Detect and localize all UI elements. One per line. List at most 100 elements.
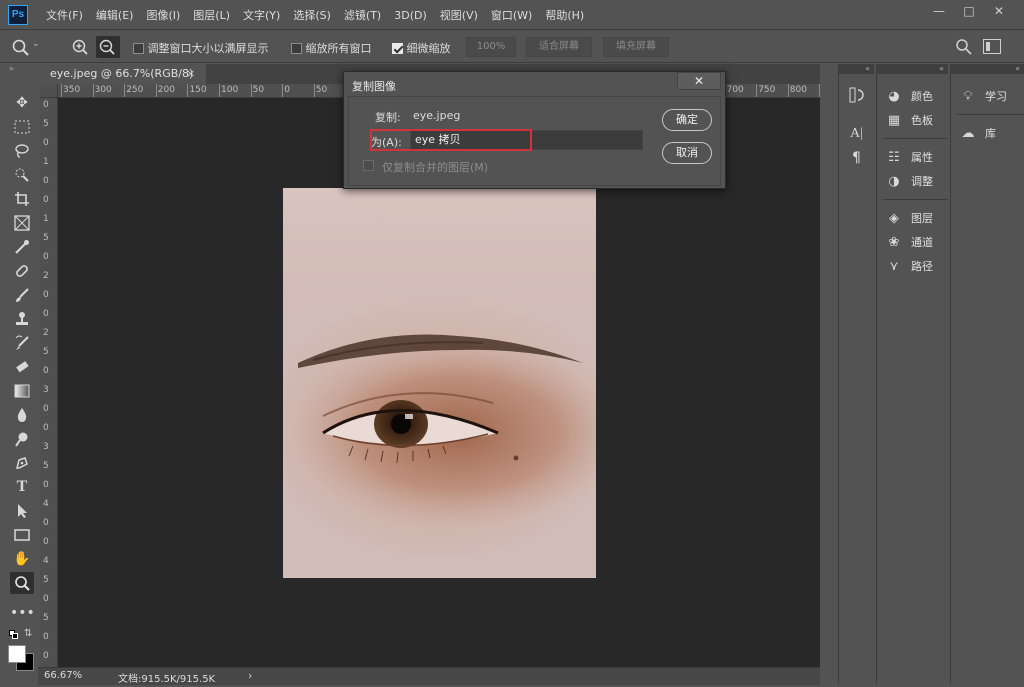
chevron-down-icon[interactable]: ⌄ — [32, 39, 40, 49]
zoom-all-windows-option[interactable]: 缩放所有窗口 — [291, 40, 372, 56]
healing-brush-tool-icon[interactable] — [10, 260, 34, 282]
rectangle-tool-icon[interactable] — [10, 524, 34, 546]
dodge-tool-icon[interactable] — [10, 428, 34, 450]
zoom-100-button[interactable]: 100% — [466, 37, 516, 57]
properties-icon: ☷ — [888, 149, 900, 165]
history-panel-icon[interactable] — [849, 86, 865, 104]
scrubby-zoom-checkbox[interactable] — [392, 42, 403, 54]
close-tab-icon[interactable]: × — [186, 64, 195, 84]
ruler-tick-mark — [61, 84, 62, 97]
menu-help[interactable]: 帮助(H) — [545, 7, 584, 23]
panel-swatches[interactable]: ▦ 色板 — [883, 108, 948, 132]
more-tools-icon[interactable]: ••• — [10, 602, 35, 624]
gradient-tool-icon[interactable] — [10, 380, 34, 402]
quick-selection-tool-icon[interactable] — [10, 164, 34, 186]
menu-view[interactable]: 视图(V) — [440, 7, 478, 23]
ruler-tick-mark — [756, 84, 758, 97]
search-icon[interactable] — [955, 38, 973, 56]
zoom-all-windows-checkbox[interactable] — [291, 42, 302, 54]
ok-button[interactable]: 确定 — [662, 109, 712, 131]
merged-layers-checkbox[interactable] — [363, 160, 374, 171]
default-colors-icon[interactable] — [9, 630, 19, 640]
eraser-tool-icon[interactable] — [10, 356, 34, 378]
foreground-color-swatch[interactable] — [8, 645, 26, 663]
ruler-tick-label: 0 — [43, 290, 49, 300]
ruler-tick-label: 0 — [43, 252, 49, 262]
maximize-button[interactable]: □ — [954, 0, 984, 22]
zoom-out-icon[interactable] — [96, 36, 120, 58]
brush-tool-icon[interactable] — [10, 284, 34, 306]
zoom-level[interactable]: 66.67% — [44, 670, 82, 681]
ruler-tick-label: 5 — [43, 461, 49, 471]
fill-screen-button[interactable]: 填充屏幕 — [603, 37, 669, 57]
ruler-tick-label: 150 — [189, 85, 207, 95]
hand-tool-icon[interactable]: ✋ — [10, 548, 34, 570]
character-panel-icon[interactable]: A| — [850, 126, 863, 142]
scrubby-zoom-option[interactable]: 细微缩放 — [392, 40, 451, 56]
path-selection-tool-icon[interactable] — [10, 500, 34, 522]
zoom-tool-icon[interactable] — [10, 572, 34, 594]
panel-properties[interactable]: ☷ 属性 — [883, 145, 948, 169]
status-menu-arrow-icon[interactable]: › — [248, 669, 252, 682]
resize-windows-option[interactable]: 调整窗口大小以满屏显示 — [133, 40, 269, 56]
history-brush-tool-icon[interactable] — [10, 332, 34, 354]
panel-color[interactable]: ◕ 颜色 — [883, 84, 948, 108]
ruler-tick-label: 300 — [94, 85, 112, 95]
ruler-tick-mark — [282, 84, 284, 97]
scrubby-zoom-label: 细微缩放 — [406, 42, 451, 55]
close-window-button[interactable]: ✕ — [984, 0, 1014, 22]
collapse-panels-icon[interactable]: « — [877, 64, 948, 74]
ruler-tick-label: 1 — [43, 157, 49, 167]
frame-tool-icon[interactable] — [10, 212, 34, 234]
panel-adjustments[interactable]: ◑ 调整 — [883, 169, 948, 193]
menu-layer[interactable]: 图层(L) — [193, 7, 230, 23]
crop-tool-icon[interactable] — [10, 188, 34, 210]
panel-libraries[interactable]: ☁ 库 — [957, 121, 1024, 145]
fit-screen-button[interactable]: 适合屏幕 — [526, 37, 592, 57]
learn-icon: 💡︎ — [963, 88, 973, 104]
menu-3d[interactable]: 3D(D) — [394, 9, 427, 22]
ruler-origin[interactable] — [40, 84, 58, 98]
swap-colors-icon[interactable]: ⇅ — [24, 628, 32, 639]
status-bar: 66.67% 文档:915.5K/915.5K › — [38, 667, 820, 685]
clone-stamp-tool-icon[interactable] — [10, 308, 34, 330]
blur-tool-icon[interactable] — [10, 404, 34, 426]
document-image[interactable] — [283, 188, 596, 578]
panel-learn[interactable]: 💡︎ 学习 — [957, 84, 1024, 108]
dialog-close-button[interactable]: ✕ — [677, 72, 721, 90]
collapse-right-dock-icon[interactable]: « — [951, 64, 1024, 74]
type-tool-icon[interactable]: T — [10, 476, 34, 498]
marquee-tool-icon[interactable] — [10, 116, 34, 138]
menu-image[interactable]: 图像(I) — [146, 7, 180, 23]
panel-channels[interactable]: ❀ 通道 — [883, 230, 948, 254]
ruler-tick-label: 5 — [43, 613, 49, 623]
menu-select[interactable]: 选择(S) — [293, 7, 331, 23]
zoom-tool-preset-icon[interactable] — [10, 37, 30, 57]
document-tab[interactable]: eye.jpeg @ 66.7%(RGB/8) — [38, 64, 206, 84]
eyedropper-tool-icon[interactable] — [10, 236, 34, 258]
ruler-tick-label: 0 — [43, 594, 49, 604]
ruler-tick-label: 0 — [43, 404, 49, 414]
menu-filter[interactable]: 滤镜(T) — [344, 7, 381, 23]
ruler-tick-mark — [155, 84, 157, 97]
menu-type[interactable]: 文字(Y) — [243, 7, 280, 23]
lasso-tool-icon[interactable] — [10, 140, 34, 162]
cancel-button[interactable]: 取消 — [662, 142, 712, 164]
collapse-dock-icon[interactable]: « — [839, 64, 874, 74]
menu-window[interactable]: 窗口(W) — [491, 7, 532, 23]
workspace-icon[interactable] — [983, 39, 1001, 54]
pen-tool-icon[interactable] — [10, 452, 34, 474]
panel-layers[interactable]: ◈ 图层 — [883, 206, 948, 230]
menu-file[interactable]: 文件(F) — [46, 7, 83, 23]
vertical-ruler[interactable]: 0 5 0 1 0 0 1 5 0 2 0 0 2 5 0 3 0 0 3 5 0 4 0 0 4 5 0 5 0 0 — [40, 98, 58, 667]
menu-edit[interactable]: 编辑(E) — [96, 7, 134, 23]
paragraph-panel-icon[interactable]: ¶ — [852, 150, 861, 166]
ruler-tick-label: 0 — [43, 195, 49, 205]
resize-windows-checkbox[interactable] — [133, 42, 144, 54]
move-tool-icon[interactable]: ✥ — [10, 92, 34, 114]
zoom-in-icon[interactable] — [70, 37, 92, 57]
minimize-button[interactable]: — — [924, 0, 954, 22]
panel-paths[interactable]: ⋎ 路径 — [883, 254, 948, 278]
ruler-tick-mark — [787, 84, 789, 97]
collapse-toolbar-icon[interactable]: » — [9, 64, 14, 73]
